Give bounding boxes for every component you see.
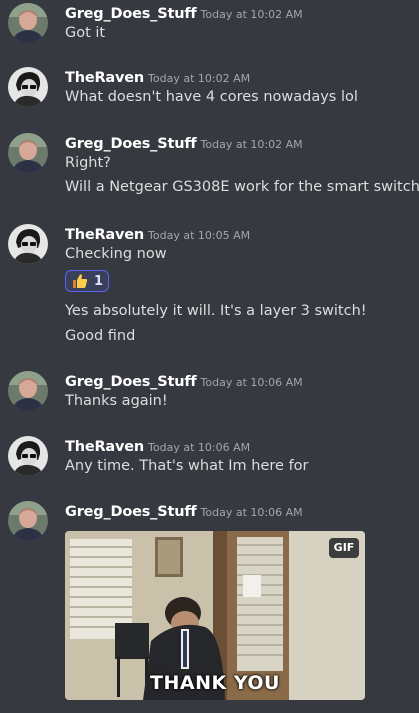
message-group: Greg_Does_Stuff Today at 10:06 AM Thanks … [0, 369, 419, 417]
message-group: TheRaven Today at 10:02 AM What doesn't h… [0, 65, 419, 113]
timestamp: Today at 10:06 AM [200, 376, 303, 389]
gif-badge: GIF [329, 538, 359, 558]
avatar-greg[interactable] [8, 133, 48, 173]
avatar-theraven[interactable] [8, 436, 48, 476]
message-text: Any time. That's what Im here for [65, 458, 309, 474]
message-header: TheRaven Today at 10:06 AM [65, 434, 250, 458]
username[interactable]: TheRaven [65, 227, 144, 243]
timestamp: Today at 10:02 AM [200, 8, 303, 21]
timestamp: Today at 10:06 AM [200, 506, 303, 519]
timestamp: Today at 10:05 AM [148, 229, 251, 242]
message-group: Greg_Does_Stuff Today at 10:02 AM Got it [0, 1, 419, 49]
message-group: Greg_Does_Stuff Today at 10:06 AM GIF TH… [0, 499, 419, 704]
message-text: Thanks again! [65, 393, 168, 409]
chat-messages: Greg_Does_Stuff Today at 10:02 AM Got it … [0, 0, 419, 713]
message-group: TheRaven Today at 10:05 AM Checking now 1… [0, 222, 419, 352]
message-group: Greg_Does_Stuff Today at 10:02 AM Right? … [0, 131, 419, 201]
message-header: TheRaven Today at 10:02 AM [65, 65, 250, 89]
timestamp: Today at 10:02 AM [200, 138, 303, 151]
avatar-greg[interactable] [8, 371, 48, 411]
message-text: What doesn't have 4 cores nowadays lol [65, 89, 358, 105]
reaction-count: 1 [94, 273, 104, 289]
username[interactable]: Greg_Does_Stuff [65, 374, 197, 390]
avatar-theraven[interactable] [8, 224, 48, 264]
message-header: Greg_Does_Stuff Today at 10:02 AM [65, 1, 303, 25]
message-text: Right? [65, 155, 111, 171]
message-text: Yes absolutely it will. It's a layer 3 s… [65, 303, 367, 319]
username[interactable]: TheRaven [65, 439, 144, 455]
avatar-greg[interactable] [8, 501, 48, 541]
message-text: Checking now [65, 246, 167, 262]
message-header: Greg_Does_Stuff Today at 10:02 AM [65, 131, 303, 155]
thumbs-up-icon [73, 274, 88, 288]
avatar-greg[interactable] [8, 3, 48, 43]
message-header: Greg_Does_Stuff Today at 10:06 AM [65, 369, 303, 393]
message-group: TheRaven Today at 10:06 AM Any time. That… [0, 434, 419, 482]
timestamp: Today at 10:02 AM [148, 72, 251, 85]
message-text: Good find [65, 328, 136, 344]
timestamp: Today at 10:06 AM [148, 441, 251, 454]
username[interactable]: Greg_Does_Stuff [65, 504, 197, 520]
gif-caption: THANK YOU [150, 672, 280, 694]
message-text: Will a Netgear GS308E work for the smart… [65, 179, 419, 195]
message-header: TheRaven Today at 10:05 AM [65, 222, 250, 246]
message-header: Greg_Does_Stuff Today at 10:06 AM [65, 499, 303, 523]
avatar-theraven[interactable] [8, 67, 48, 107]
gif-embed[interactable]: GIF THANK YOU [65, 531, 365, 700]
username[interactable]: Greg_Does_Stuff [65, 6, 197, 22]
username[interactable]: Greg_Does_Stuff [65, 136, 197, 152]
username[interactable]: TheRaven [65, 70, 144, 86]
reaction-thumbs-up[interactable]: 1 [65, 270, 109, 292]
message-text: Got it [65, 25, 106, 41]
